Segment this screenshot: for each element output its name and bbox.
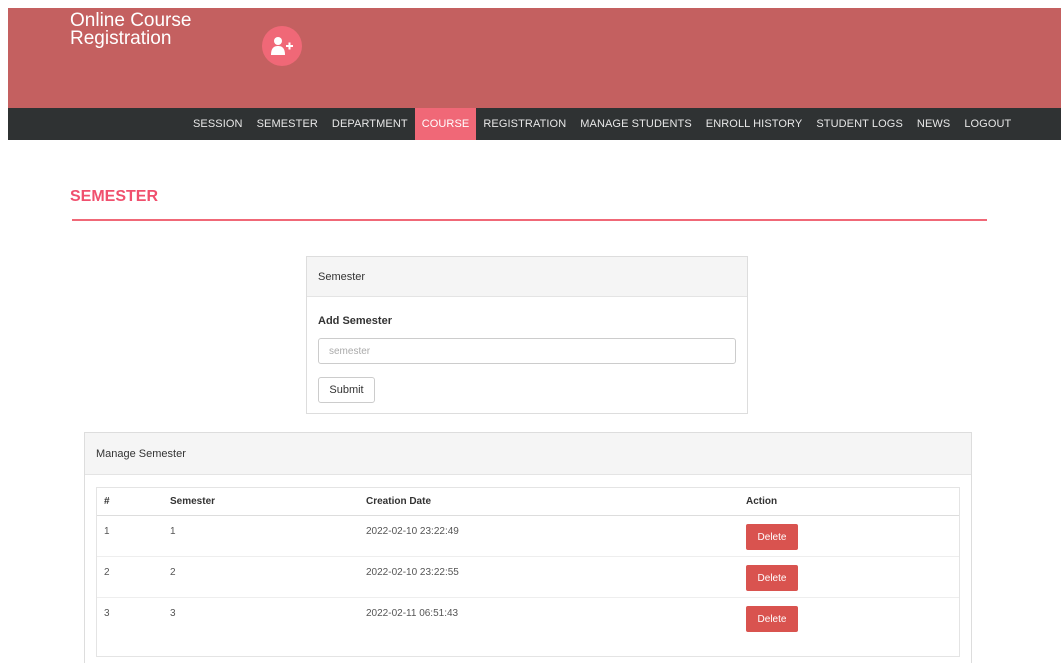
semester-input[interactable] xyxy=(318,338,736,364)
row-semester: 2 xyxy=(170,556,366,598)
nav-item-student-logs[interactable]: STUDENT LOGS xyxy=(809,108,910,140)
panel-heading: Semester xyxy=(307,257,747,297)
row-creation-date: 2022-02-11 06:51:43 xyxy=(366,597,746,639)
nav-item-session[interactable]: SESSION xyxy=(186,108,250,140)
nav-item-course[interactable]: COURSE xyxy=(414,108,477,140)
submit-button[interactable]: Submit xyxy=(318,377,375,403)
row-action: Delete xyxy=(746,597,959,639)
table-header-row: # Semester Creation Date Action xyxy=(97,488,959,516)
column-header-number: # xyxy=(97,488,170,516)
nav-item-logout[interactable]: LOGOUT xyxy=(957,108,1018,140)
nav-item-department[interactable]: DEPARTMENT xyxy=(325,108,415,140)
table-row: 2 2 2022-02-10 23:22:55 Delete xyxy=(97,556,959,598)
page-title: SEMESTER xyxy=(70,188,159,205)
row-semester: 3 xyxy=(170,597,366,639)
add-semester-panel: Semester Add Semester Submit xyxy=(306,256,748,414)
site-brand[interactable]: Online Course Registration xyxy=(70,11,191,49)
row-creation-date: 2022-02-10 23:22:49 xyxy=(366,515,746,557)
add-user-icon xyxy=(262,26,302,66)
site-header: Online Course Registration xyxy=(8,8,1061,108)
manage-semester-panel: Manage Semester # Semester Creation Date… xyxy=(84,432,972,663)
column-header-semester: Semester xyxy=(170,488,366,516)
row-number: 2 xyxy=(97,556,170,598)
main-nav: SESSION SEMESTER DEPARTMENT COURSE REGISTRAT… xyxy=(8,108,1061,140)
row-semester: 1 xyxy=(170,515,366,557)
delete-button[interactable]: Delete xyxy=(746,565,798,591)
row-creation-date: 2022-02-10 23:22:55 xyxy=(366,556,746,598)
table-row: 3 3 2022-02-11 06:51:43 Delete xyxy=(97,597,959,639)
semester-table-wrapper: # Semester Creation Date Action 1 1 2022-0… xyxy=(96,487,960,657)
row-action: Delete xyxy=(746,556,959,598)
semester-table: # Semester Creation Date Action 1 1 2022-0… xyxy=(97,488,959,639)
nav-item-registration[interactable]: REGISTRATION xyxy=(476,108,573,140)
table-row: 1 1 2022-02-10 23:22:49 Delete xyxy=(97,515,959,557)
column-header-action: Action xyxy=(746,488,959,516)
row-number: 3 xyxy=(97,597,170,639)
nav-item-semester[interactable]: SEMESTER xyxy=(250,108,325,140)
delete-button[interactable]: Delete xyxy=(746,524,798,550)
add-semester-label: Add Semester xyxy=(318,315,392,327)
row-action: Delete xyxy=(746,515,959,557)
column-header-creation-date: Creation Date xyxy=(366,488,746,516)
panel-heading: Manage Semester xyxy=(85,433,971,475)
nav-item-manage-students[interactable]: MANAGE STUDENTS xyxy=(573,108,699,140)
nav-item-news[interactable]: NEWS xyxy=(910,108,957,140)
title-divider xyxy=(72,219,987,221)
brand-line-2: Registration xyxy=(70,28,172,49)
delete-button[interactable]: Delete xyxy=(746,606,798,632)
row-number: 1 xyxy=(97,515,170,557)
nav-item-enroll-history[interactable]: ENROLL HISTORY xyxy=(699,108,810,140)
